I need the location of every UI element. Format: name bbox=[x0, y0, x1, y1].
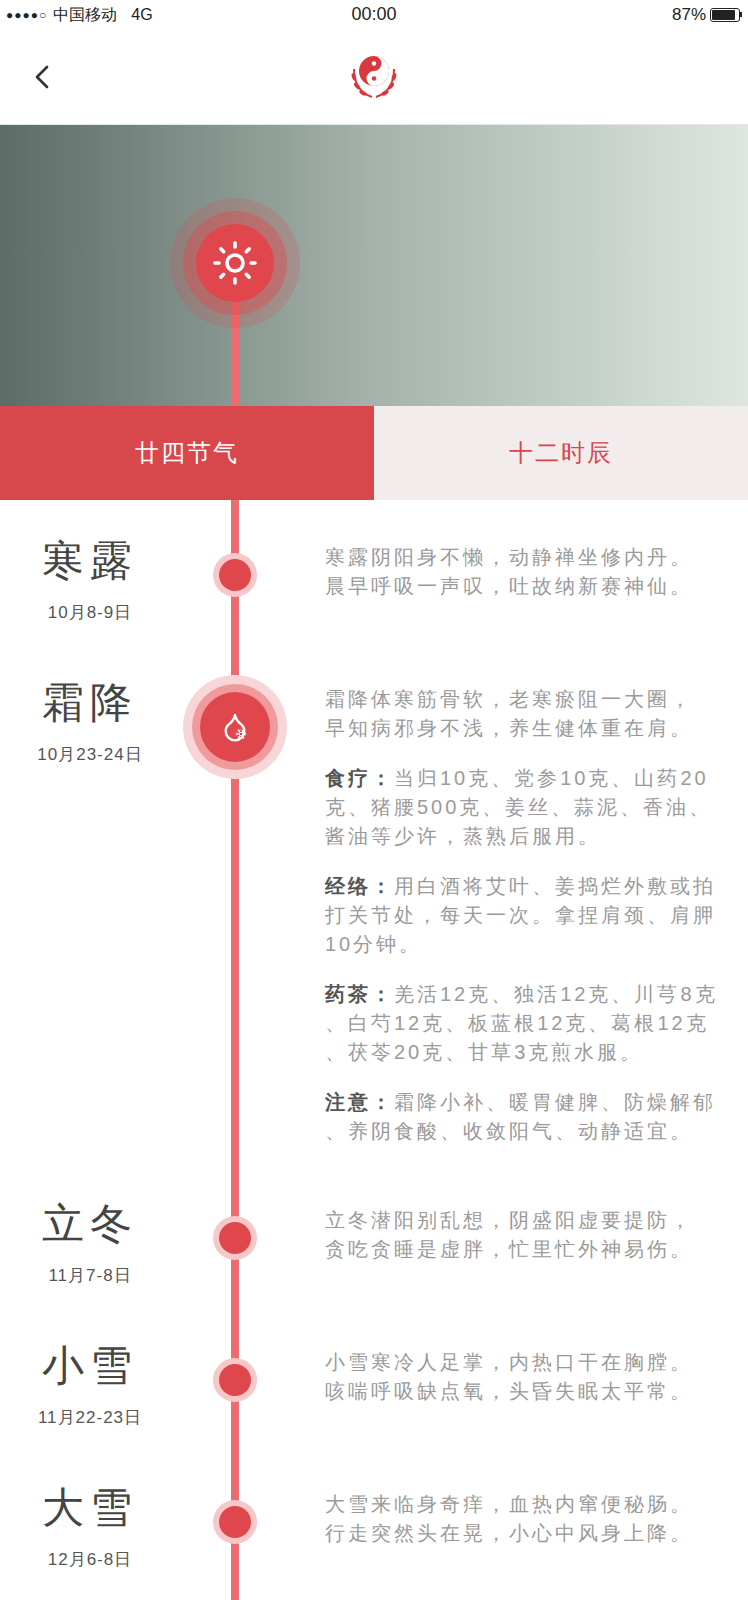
tab-bar: 廿四节气十二时辰 bbox=[0, 406, 748, 500]
network: 4G bbox=[131, 3, 152, 27]
term-verse: 立冬潜阳别乱想，阴盛阳虚要提防，贪吃贪睡是虚胖，忙里忙外神易伤。 bbox=[325, 1206, 738, 1264]
term-verse: 寒露阴阳身不懒，动静禅坐修内丹。晨早呼吸一声叹，吐故纳新赛神仙。 bbox=[325, 543, 738, 601]
back-button[interactable] bbox=[22, 57, 62, 97]
term-name: 寒露 bbox=[42, 535, 138, 587]
term-content: 寒露阴阳身不懒，动静禅坐修内丹。晨早呼吸一声叹，吐故纳新赛神仙。 bbox=[290, 535, 748, 601]
app: ●●●●○ 中国移动 4G 00:00 87% 廿四节气十二时辰寒露 10月8-9日 寒露阴阳… bbox=[0, 0, 748, 1600]
term-row[interactable]: 霜降 10月23-24日 霜降体寒筋骨软，老寒瘀阻一大圈，早知病邪身不浅，养生健体重… bbox=[0, 677, 748, 1146]
detail-label: 食疗： bbox=[325, 767, 394, 789]
term-verse: 霜降体寒筋骨软，老寒瘀阻一大圈，早知病邪身不浅，养生健体重在肩。 bbox=[325, 685, 738, 743]
term-row[interactable]: 立冬 11月7-8日 立冬潜阳别乱想，阴盛阳虚要提防，贪吃贪睡是虚胖，忙里忙外神易伤… bbox=[0, 1198, 748, 1288]
term-name: 大雪 bbox=[42, 1482, 138, 1534]
term-list: 寒露 10月8-9日 寒露阴阳身不懒，动静禅坐修内丹。晨早呼吸一声叹，吐故纳新赛神仙… bbox=[0, 500, 748, 1572]
tab[interactable]: 十二时辰 bbox=[374, 406, 748, 500]
term-heading: 小雪 11月22-23日 bbox=[0, 1340, 180, 1430]
term-detail: 药茶：羌活12克、独活12克、川芎8克、白芍12克、板蓝根12克、葛根12克、茯… bbox=[325, 980, 738, 1067]
term-date: 11月22-23日 bbox=[38, 1406, 142, 1430]
term-name: 霜降 bbox=[42, 677, 138, 729]
timeline-dot bbox=[213, 553, 257, 597]
term-heading: 立冬 11月7-8日 bbox=[0, 1198, 180, 1288]
term-detail: 经络：用白酒将艾叶、姜捣烂外敷或拍打关节处，每天一次。拿捏肩颈、肩胛10分钟。 bbox=[325, 872, 738, 959]
term-detail: 食疗：当归10克、党参10克、山药20克、猪腰500克、姜丝、蒜泥、香油、酱油等… bbox=[325, 764, 738, 851]
term-heading: 霜降 10月23-24日 bbox=[0, 677, 180, 767]
detail-label: 经络： bbox=[325, 875, 394, 897]
term-detail: 注意：霜降小补、暖胃健脾、防燥解郁、养阴食酸、收敛阳气、动静适宜。 bbox=[325, 1088, 738, 1146]
term-name: 立冬 bbox=[42, 1198, 138, 1250]
term-date: 11月7-8日 bbox=[48, 1264, 131, 1288]
term-row[interactable]: 寒露 10月8-9日 寒露阴阳身不懒，动静禅坐修内丹。晨早呼吸一声叹，吐故纳新赛神仙… bbox=[0, 535, 748, 625]
term-heading: 大雪 12月6-8日 bbox=[0, 1482, 180, 1572]
term-content: 霜降体寒筋骨软，老寒瘀阻一大圈，早知病邪身不浅，养生健体重在肩。食疗：当归10克… bbox=[290, 677, 748, 1146]
snowflake-icon bbox=[235, 728, 247, 740]
nav-bar bbox=[0, 29, 748, 125]
signal-strength: ●●●●○ bbox=[6, 6, 47, 24]
term-content: 立冬潜阳别乱想，阴盛阳虚要提防，贪吃贪睡是虚胖，忙里忙外神易伤。 bbox=[290, 1198, 748, 1264]
term-content: 大雪来临身奇痒，血热内窜便秘肠。行走突然头在晃，小心中风身上降。 bbox=[290, 1482, 748, 1548]
term-name: 小雪 bbox=[42, 1340, 138, 1392]
carrier: 中国移动 bbox=[53, 3, 117, 27]
term-row[interactable]: 大雪 12月6-8日 大雪来临身奇痒，血热内窜便秘肠。行走突然头在晃，小心中风身上降… bbox=[0, 1482, 748, 1572]
term-date: 10月23-24日 bbox=[37, 743, 142, 767]
sun-marker bbox=[170, 198, 300, 328]
hero-image: 廿四节气十二时辰 bbox=[0, 125, 748, 500]
water-drop-icon bbox=[219, 711, 251, 743]
timeline-dot bbox=[213, 1500, 257, 1544]
back-chevron-icon bbox=[22, 57, 62, 97]
term-verse: 小雪寒冷人足掌，内热口干在胸膛。咳喘呼吸缺点氧，头昏失眠太平常。 bbox=[325, 1348, 738, 1406]
term-row[interactable]: 小雪 11月22-23日 小雪寒冷人足掌，内热口干在胸膛。咳喘呼吸缺点氧，头昏失眠太… bbox=[0, 1340, 748, 1430]
term-date: 10月8-9日 bbox=[48, 601, 132, 625]
term-verse: 大雪来临身奇痒，血热内窜便秘肠。行走突然头在晃，小心中风身上降。 bbox=[325, 1490, 738, 1548]
battery-icon bbox=[710, 8, 742, 22]
term-heading: 寒露 10月8-9日 bbox=[0, 535, 180, 625]
detail-label: 注意： bbox=[325, 1091, 394, 1113]
battery-percent: 87% bbox=[672, 2, 706, 28]
term-content: 小雪寒冷人足掌，内热口干在胸膛。咳喘呼吸缺点氧，头昏失眠太平常。 bbox=[290, 1340, 748, 1406]
timeline-dot bbox=[213, 1358, 257, 1402]
timeline-dot-large bbox=[183, 675, 287, 779]
timeline-dot bbox=[213, 1216, 257, 1260]
tab[interactable]: 廿四节气 bbox=[0, 406, 374, 500]
sun-icon bbox=[211, 239, 259, 287]
yin-yang-logo-icon bbox=[342, 47, 406, 107]
detail-label: 药茶： bbox=[325, 983, 394, 1005]
clock: 00:00 bbox=[351, 1, 396, 28]
term-date: 12月6-8日 bbox=[48, 1548, 132, 1572]
status-bar: ●●●●○ 中国移动 4G 00:00 87% bbox=[0, 0, 748, 29]
